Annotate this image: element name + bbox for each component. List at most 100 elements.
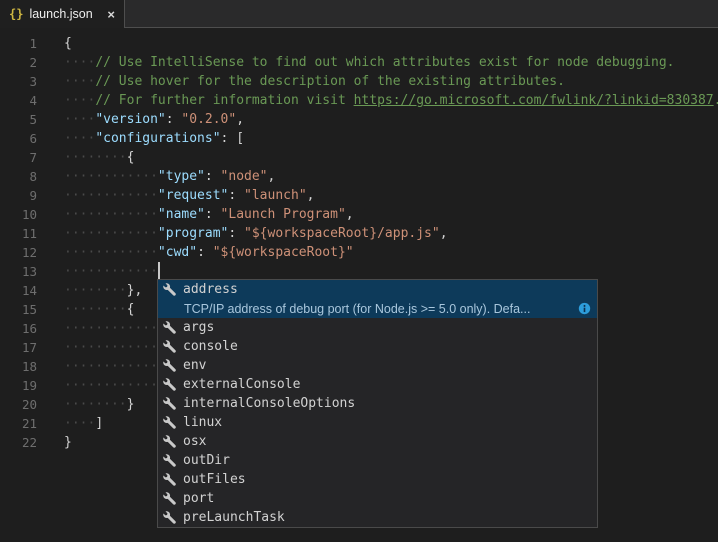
- suggestion-address[interactable]: address TCP/IP address of debug port (for…: [158, 280, 597, 318]
- info-icon[interactable]: [578, 302, 591, 315]
- vscode-window: {} launch.json × 1{2····// Use IntelliSe…: [0, 0, 718, 542]
- tab-bar: {} launch.json ×: [0, 0, 718, 28]
- wrench-icon: [163, 473, 176, 486]
- line-number: 19: [0, 376, 37, 395]
- code-text: ····// For further information visit htt…: [37, 91, 718, 110]
- wrench-icon: [163, 492, 176, 505]
- line-number: 6: [0, 129, 37, 148]
- line-number: 18: [0, 357, 37, 376]
- code-text: ····]: [37, 414, 103, 433]
- line-number: 12: [0, 243, 37, 262]
- code-text: ············: [37, 338, 158, 357]
- code-text: ····// Use hover for the description of …: [37, 72, 565, 91]
- code-text: ············"program": "${workspaceRoot}…: [37, 224, 448, 243]
- suggestion-label: env: [183, 356, 206, 375]
- wrench-icon: [163, 283, 176, 296]
- wrench-icon: [163, 378, 176, 391]
- code-text: {: [37, 34, 72, 53]
- code-text: ············"name": "Launch Program",: [37, 205, 354, 224]
- suggestion-label: externalConsole: [183, 375, 300, 394]
- suggestion-externalConsole[interactable]: externalConsole: [158, 375, 597, 394]
- suggestion-label: outFiles: [183, 470, 246, 489]
- line-number: 4: [0, 91, 37, 110]
- line-number: 10: [0, 205, 37, 224]
- suggestion-detail: TCP/IP address of debug port (for Node.j…: [184, 302, 530, 316]
- line-number: 2: [0, 53, 37, 72]
- suggestion-linux[interactable]: linux: [158, 413, 597, 432]
- wrench-icon: [163, 416, 176, 429]
- code-line[interactable]: 7········{: [0, 148, 718, 167]
- wrench-icon: [163, 454, 176, 467]
- wrench-icon: [163, 359, 176, 372]
- suggestion-label: args: [183, 318, 214, 337]
- code-line[interactable]: 8············"type": "node",: [0, 167, 718, 186]
- close-icon[interactable]: ×: [107, 8, 115, 21]
- line-number: 13: [0, 262, 37, 281]
- suggestion-label: osx: [183, 432, 206, 451]
- suggestion-label: preLaunchTask: [183, 508, 285, 527]
- suggestion-port[interactable]: port: [158, 489, 597, 508]
- line-number: 8: [0, 167, 37, 186]
- code-text: ············: [37, 319, 158, 338]
- suggestion-osx[interactable]: osx: [158, 432, 597, 451]
- line-number: 15: [0, 300, 37, 319]
- suggestion-outFiles[interactable]: outFiles: [158, 470, 597, 489]
- code-line[interactable]: 1{: [0, 34, 718, 53]
- line-number: 17: [0, 338, 37, 357]
- code-line[interactable]: 6····"configurations": [: [0, 129, 718, 148]
- code-text: ············"type": "node",: [37, 167, 275, 186]
- line-number: 5: [0, 110, 37, 129]
- line-number: 1: [0, 34, 37, 53]
- suggestion-label: port: [183, 489, 214, 508]
- suggestion-label: internalConsoleOptions: [183, 394, 355, 413]
- code-line[interactable]: 11············"program": "${workspaceRoo…: [0, 224, 718, 243]
- code-text: ············: [37, 357, 158, 376]
- suggestion-label: console: [183, 337, 238, 356]
- wrench-icon: [163, 511, 176, 524]
- suggestion-console[interactable]: console: [158, 337, 597, 356]
- line-number: 16: [0, 319, 37, 338]
- code-line[interactable]: 3····// Use hover for the description of…: [0, 72, 718, 91]
- code-line[interactable]: 5····"version": "0.2.0",: [0, 110, 718, 129]
- line-number: 20: [0, 395, 37, 414]
- code-text: ········},: [37, 281, 142, 300]
- code-line[interactable]: 9············"request": "launch",: [0, 186, 718, 205]
- json-file-icon: {}: [9, 7, 23, 21]
- wrench-icon: [163, 321, 176, 334]
- suggestion-internalConsoleOptions[interactable]: internalConsoleOptions: [158, 394, 597, 413]
- code-text: ········{: [37, 148, 134, 167]
- code-line[interactable]: 2····// Use IntelliSense to find out whi…: [0, 53, 718, 72]
- tab-launch-json[interactable]: {} launch.json ×: [0, 0, 124, 28]
- suggestion-args[interactable]: args: [158, 318, 597, 337]
- suggestion-label: outDir: [183, 451, 230, 470]
- suggestion-label: address: [183, 280, 238, 299]
- code-text: ········{: [37, 300, 134, 319]
- code-text: }: [37, 433, 72, 452]
- line-number: 22: [0, 433, 37, 452]
- line-number: 7: [0, 148, 37, 167]
- code-text: ············: [37, 376, 158, 395]
- line-number: 21: [0, 414, 37, 433]
- wrench-icon: [163, 397, 176, 410]
- tab-bar-empty-space: [124, 0, 718, 28]
- suggestion-label: linux: [183, 413, 222, 432]
- code-line[interactable]: 10············"name": "Launch Program",: [0, 205, 718, 224]
- suggestion-outDir[interactable]: outDir: [158, 451, 597, 470]
- code-line[interactable]: 4····// For further information visit ht…: [0, 91, 718, 110]
- code-line[interactable]: 12············"cwd": "${workspaceRoot}": [0, 243, 718, 262]
- suggestion-env[interactable]: env: [158, 356, 597, 375]
- code-text: ····"version": "0.2.0",: [37, 110, 244, 129]
- code-text: ············"cwd": "${workspaceRoot}": [37, 243, 354, 262]
- suggest-widget: address TCP/IP address of debug port (for…: [157, 279, 598, 528]
- code-text: ····"configurations": [: [37, 129, 244, 148]
- code-text: ············: [37, 262, 160, 281]
- wrench-icon: [163, 340, 176, 353]
- code-text: ············"request": "launch",: [37, 186, 314, 205]
- line-number: 3: [0, 72, 37, 91]
- line-number: 9: [0, 186, 37, 205]
- wrench-icon: [163, 435, 176, 448]
- line-number: 11: [0, 224, 37, 243]
- suggestion-preLaunchTask[interactable]: preLaunchTask: [158, 508, 597, 527]
- code-text: ····// Use IntelliSense to find out whic…: [37, 53, 675, 72]
- tab-title: launch.json: [29, 7, 92, 21]
